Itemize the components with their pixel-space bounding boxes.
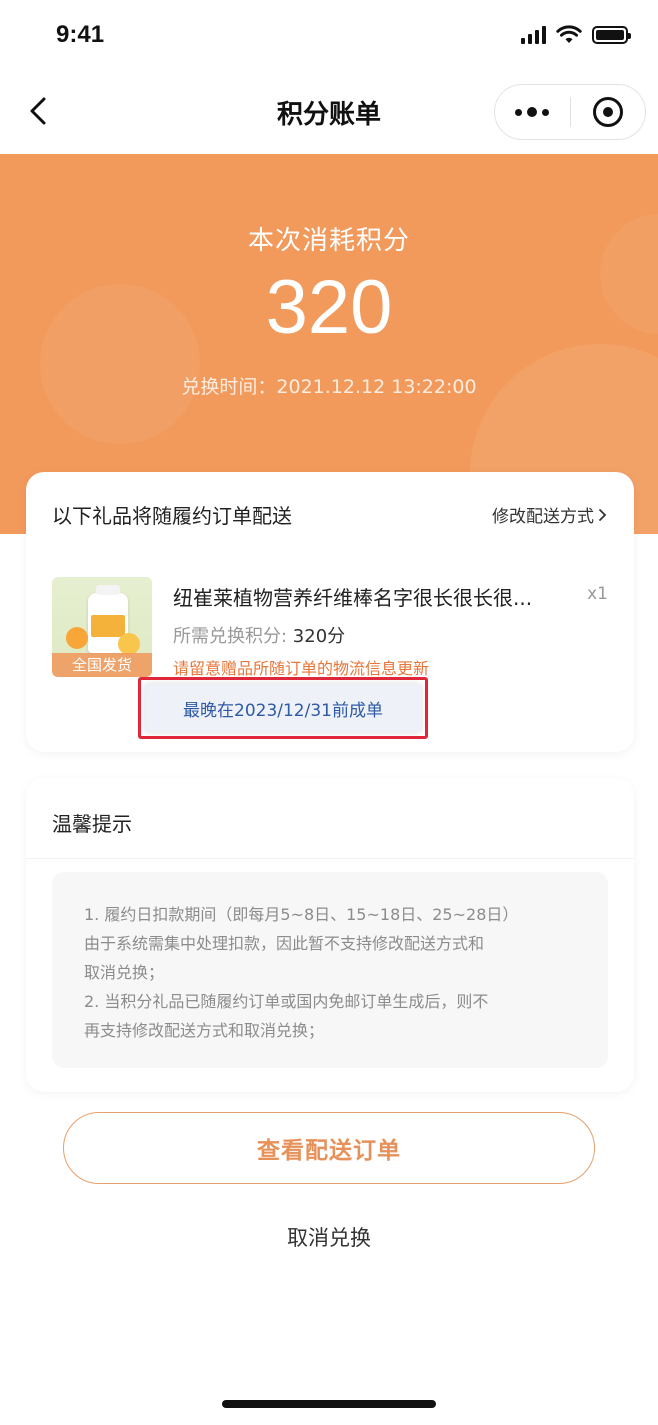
status-bar: 9:41	[0, 0, 658, 70]
tips-card: 温馨提示 1. 履约日扣款期间（即每月5~8日、15~18日、25~28日） 由…	[26, 778, 634, 1092]
change-delivery-link[interactable]: 修改配送方式	[492, 502, 608, 527]
deadline-text: 最晚在2023/12/31前成单	[183, 700, 383, 721]
nav-bar: 积分账单	[0, 70, 658, 154]
status-icons	[521, 25, 631, 45]
tips-line: 2. 当积分礼品已随履约订单或国内免邮订单生成后，则不	[84, 992, 489, 1011]
change-delivery-label: 修改配送方式	[492, 507, 594, 527]
points-label: 本次消耗积分	[247, 226, 410, 256]
view-delivery-orders-button[interactable]: 查看配送订单	[63, 1112, 595, 1184]
tips-line: 由于系统需集中处理扣款，因此暂不支持修改配送方式和	[84, 934, 485, 953]
product-points: 所需兑换积分: 320分	[173, 622, 345, 648]
shipping-tag: 全国发货	[52, 653, 152, 677]
wifi-icon	[556, 25, 582, 43]
product-image: 全国发货	[52, 577, 152, 677]
view-delivery-orders-label: 查看配送订单	[257, 1138, 401, 1164]
deadline-badge: 最晚在2023/12/31前成单	[145, 684, 421, 732]
more-dots-icon	[515, 107, 550, 117]
product-name: 纽崔莱植物营养纤维棒名字很长很长很...	[173, 586, 533, 610]
status-time: 9:41	[56, 21, 105, 48]
battery-icon	[592, 26, 631, 44]
target-icon	[592, 97, 623, 127]
logistics-notice: 请留意赠品所随订单的物流信息更新	[173, 659, 430, 678]
more-button[interactable]	[495, 85, 570, 139]
mini-program-capsule	[494, 84, 646, 140]
tips-line: 再支持修改配送方式和取消兑换；	[84, 1021, 325, 1040]
tips-content: 1. 履约日扣款期间（即每月5~8日、15~18日、25~28日） 由于系统需集…	[52, 872, 608, 1068]
deadline-highlight: 最晚在2023/12/31前成单	[138, 677, 428, 739]
chevron-right-icon	[599, 508, 607, 521]
exchange-time: 兑换时间：2021.12.12 13:22:00	[181, 376, 477, 398]
tips-line: 1. 履约日扣款期间（即每月5~8日、15~18日、25~28日）	[84, 905, 519, 924]
delivery-title: 以下礼品将随履约订单配送	[52, 504, 292, 528]
cancel-exchange-link[interactable]: 取消兑换	[0, 1222, 658, 1252]
home-indicator	[222, 1400, 436, 1408]
divider	[26, 858, 634, 859]
tips-line: 取消兑换；	[84, 963, 165, 982]
product-quantity: x1	[587, 584, 608, 604]
points-required-label: 所需兑换积分:	[173, 626, 293, 647]
signal-icon	[521, 26, 546, 44]
points-value: 320	[265, 265, 393, 350]
delivery-card: 以下礼品将随履约订单配送 修改配送方式 全国发货 纽崔莱植物营养纤维棒名字很长很…	[26, 472, 634, 752]
delivery-card-header: 以下礼品将随履约订单配送 修改配送方式	[52, 500, 608, 529]
points-required-value: 320分	[292, 626, 346, 647]
tips-title: 温馨提示	[52, 812, 132, 836]
close-mini-program-button[interactable]	[571, 85, 646, 139]
